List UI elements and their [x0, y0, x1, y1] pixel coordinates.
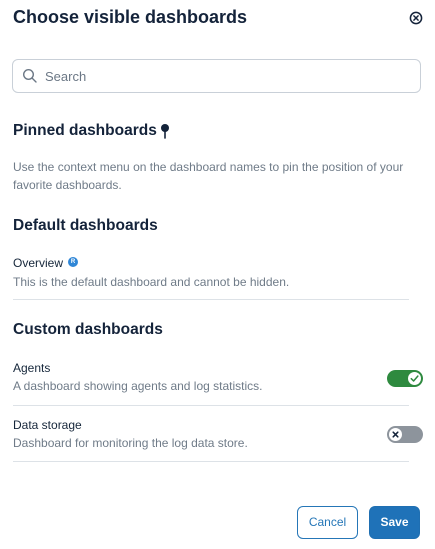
dashboard-name-agents: Agents	[13, 361, 51, 375]
x-icon	[392, 431, 399, 438]
toggle-knob	[389, 428, 402, 441]
search-icon	[22, 68, 38, 84]
toggle-agents[interactable]	[387, 370, 423, 387]
dashboard-description-data-storage: Dashboard for monitoring the log data st…	[13, 436, 248, 450]
pinned-heading: Pinned dashboards	[13, 122, 157, 139]
search-input[interactable]	[45, 61, 405, 91]
search-box	[12, 59, 421, 93]
toggle-data-storage[interactable]	[387, 426, 423, 443]
pinned-description-line2: favorite dashboards.	[13, 178, 122, 192]
dashboard-name-data-storage: Data storage	[13, 418, 82, 432]
default-badge-icon: R	[68, 257, 78, 267]
pinned-description-line1: Use the context menu on the dashboard na…	[13, 160, 404, 174]
check-icon	[410, 375, 419, 382]
dialog-title: Choose visible dashboards	[13, 7, 248, 27]
dashboard-description-agents: A dashboard showing agents and log stati…	[13, 379, 263, 393]
save-button[interactable]: Save	[369, 506, 420, 539]
divider	[13, 299, 409, 300]
cancel-button[interactable]: Cancel	[297, 506, 358, 539]
default-heading: Default dashboards	[13, 217, 158, 234]
close-icon[interactable]	[408, 10, 424, 26]
divider	[13, 405, 409, 406]
divider	[13, 461, 409, 462]
dashboard-description-overview: This is the default dashboard and cannot…	[13, 275, 290, 289]
dashboard-name-overview: Overview	[13, 256, 64, 270]
custom-heading: Custom dashboards	[13, 321, 163, 338]
toggle-knob	[408, 372, 421, 385]
pin-icon	[158, 123, 172, 139]
